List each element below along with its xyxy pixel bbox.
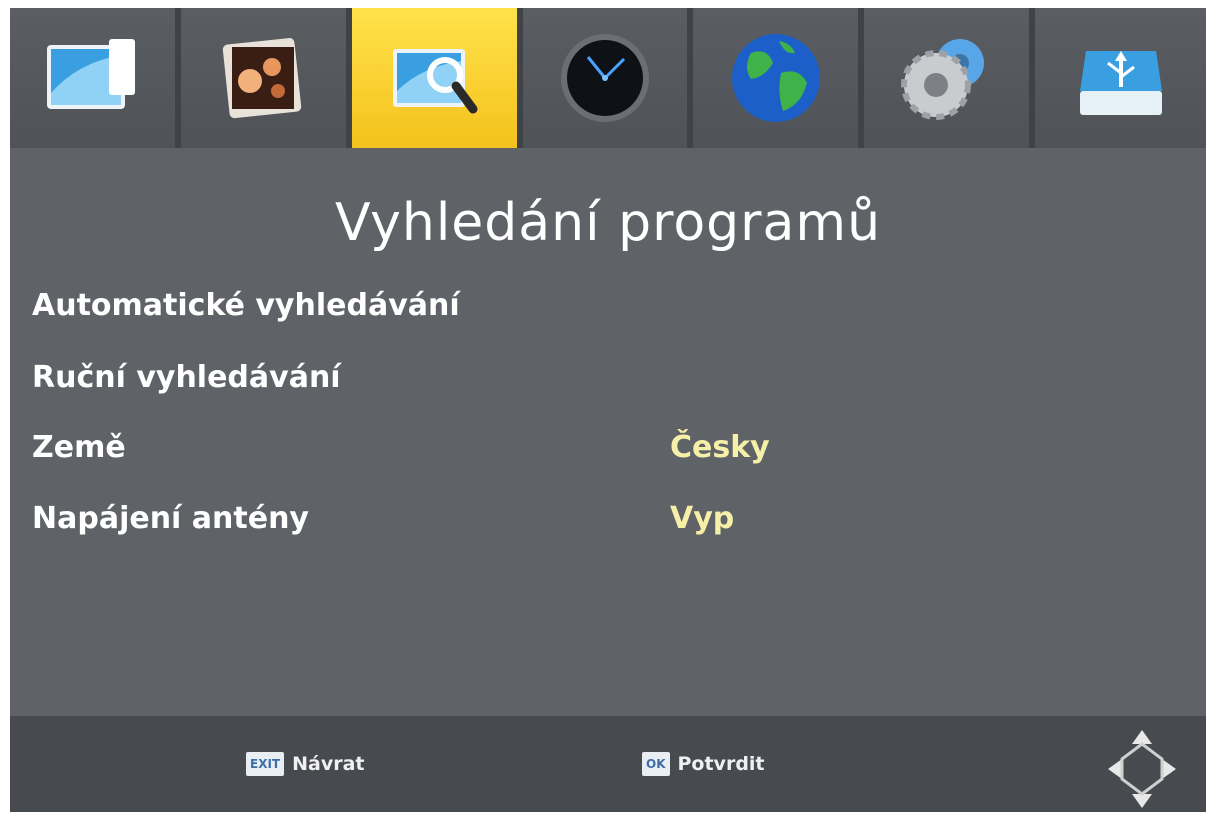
gears-icon	[900, 39, 984, 120]
tab-network[interactable]	[693, 8, 865, 148]
menu-item-auto-search[interactable]: Automatické vyhledávání	[32, 288, 1182, 338]
page-title: Vyhledání programů	[334, 193, 882, 253]
photo-album-icon	[223, 38, 302, 119]
globe-icon	[731, 34, 820, 122]
antenna-power-value: Vyp	[670, 501, 735, 536]
usb-drive-icon	[1079, 51, 1162, 115]
country-value: Česky	[670, 430, 770, 465]
menu-item-label: Automatické vyhledávání	[32, 288, 460, 323]
ok-hint[interactable]: OK Potvrdit	[642, 746, 765, 782]
navigation-arrows-icon	[1108, 730, 1176, 808]
tab-channel-search[interactable]	[351, 8, 523, 148]
footer-hint-bar: EXIT Návrat OK Potvrdit	[10, 716, 1206, 812]
menu-item-country[interactable]: Země Česky	[32, 430, 1182, 480]
tab-media[interactable]	[180, 8, 352, 148]
clock-icon	[561, 34, 649, 122]
exit-hint[interactable]: EXIT Návrat	[246, 746, 365, 782]
exit-key-icon: EXIT	[246, 752, 285, 776]
menu-item-manual-search[interactable]: Ruční vyhledávání	[32, 360, 1182, 410]
tab-usb[interactable]	[1035, 8, 1206, 148]
tab-time[interactable]	[522, 8, 694, 148]
menu-item-label: Země	[32, 430, 126, 465]
picture-tv-icon	[47, 39, 136, 109]
menu-item-label: Napájení antény	[32, 501, 309, 536]
channel-search-icon	[393, 49, 478, 114]
category-tab-bar	[10, 8, 1206, 148]
ok-key-icon: OK	[642, 752, 670, 776]
tv-menu-screen: Vyhledání programů Automatické vyhledává…	[10, 8, 1206, 812]
menu-item-label: Ruční vyhledávání	[32, 360, 341, 395]
ok-hint-label: Potvrdit	[677, 753, 765, 775]
tab-picture[interactable]	[10, 8, 181, 148]
menu-item-antenna-power[interactable]: Napájení antény Vyp	[32, 501, 1182, 551]
tab-system[interactable]	[864, 8, 1036, 148]
exit-hint-label: Návrat	[292, 753, 365, 775]
